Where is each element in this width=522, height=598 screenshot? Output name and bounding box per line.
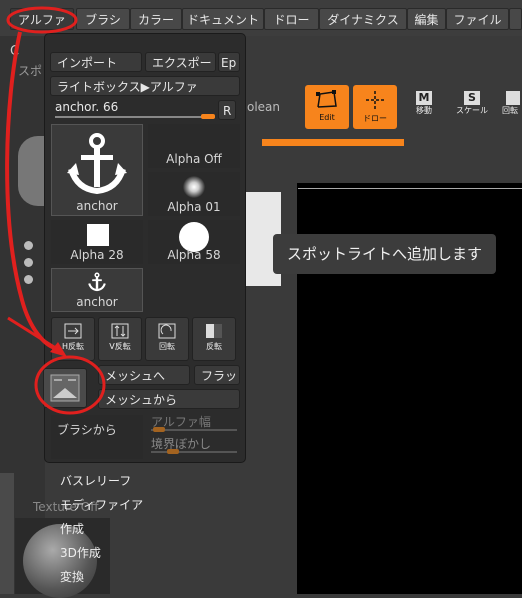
arrow-path bbox=[5, 31, 56, 350]
highlight-circle-tool bbox=[34, 355, 106, 415]
red-annotation-overlay bbox=[5, 6, 106, 415]
highlight-circle-menu bbox=[6, 6, 78, 34]
arrow-line bbox=[7, 316, 63, 354]
arrow-head bbox=[50, 342, 67, 357]
